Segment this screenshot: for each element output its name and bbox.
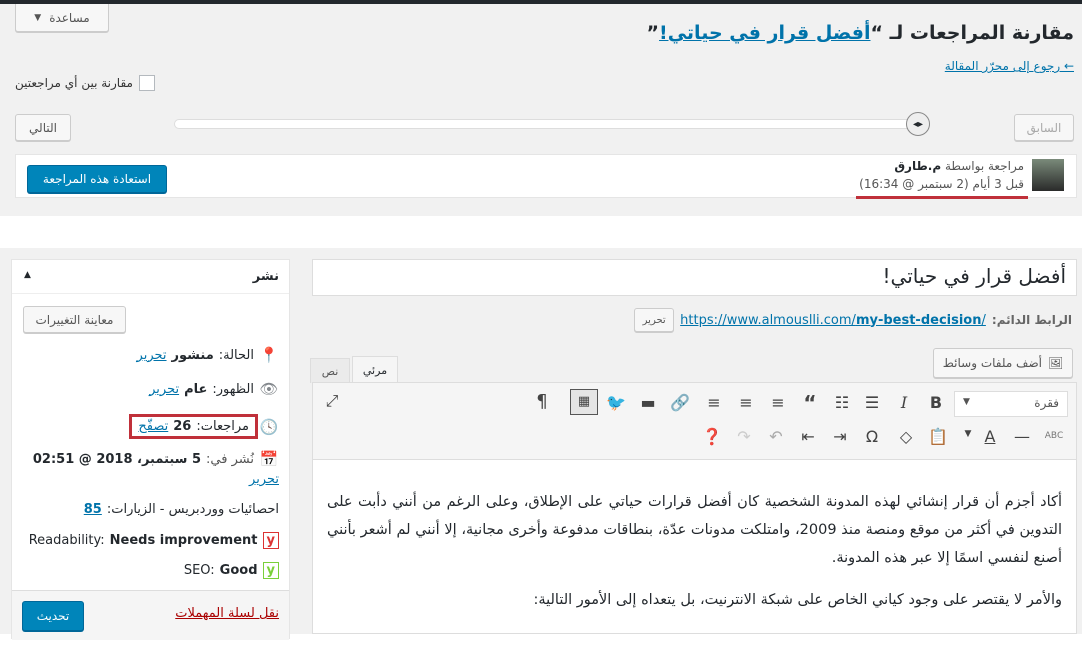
collapse-toggle-icon[interactable]: ▲ [24, 270, 31, 280]
update-button[interactable]: تحديث [22, 601, 84, 631]
horizontal-line-icon[interactable]: — [1011, 427, 1033, 446]
author-name: م.طارق [894, 159, 942, 173]
pin-icon: 📍 [259, 346, 279, 364]
read-more-icon[interactable]: ▬ [637, 393, 659, 412]
previous-button[interactable]: السابق [1014, 114, 1074, 141]
browse-revisions-link[interactable]: تصفّح [138, 419, 168, 434]
align-center-icon[interactable]: ≡ [735, 393, 757, 412]
content-paragraph: أكاد أجزم أن قرار إنشائي لهذه المدونة ال… [327, 494, 1062, 566]
author-avatar [1032, 159, 1064, 191]
revisions-highlight: مراجعات: 26 تصفّح [129, 414, 258, 439]
clear-format-icon[interactable]: ◇ [895, 427, 917, 446]
tab-text[interactable]: نص [310, 358, 350, 383]
media-icon: 🖼 [1048, 356, 1064, 370]
eye-icon: 👁 [259, 380, 279, 398]
slider-handle[interactable]: ◂▸ [906, 112, 930, 136]
revisions-screen: ▼ مساعدة مقارنة المراجعات لـ “أفضل قرار ف… [0, 0, 1082, 216]
special-char-icon[interactable]: Ω [861, 427, 883, 446]
indent-icon[interactable]: ⇥ [829, 427, 851, 446]
admin-bar [0, 0, 1082, 4]
fullscreen-icon[interactable]: ⤢ [321, 391, 343, 411]
paste-text-icon[interactable]: 📋 [927, 427, 949, 446]
compare-any-toggle[interactable]: مقارنة بين أي مراجعتين [15, 75, 155, 91]
twitter-icon[interactable]: 🐦 [605, 393, 627, 412]
ltr-paragraph-icon[interactable]: ¶ [531, 391, 553, 412]
toolbar-toggle-icon[interactable]: ▦ [570, 389, 598, 415]
editor-content[interactable]: أكاد أجزم أن قرار إنشائي لهذه المدونة ال… [312, 460, 1077, 634]
bold-icon[interactable]: B [925, 393, 947, 412]
permalink-link[interactable]: https://www.almouslli.com/my-best-decisi… [680, 313, 986, 328]
revision-meta: مراجعة بواسطة م.طارق قبل 3 أيام (2 سبتمب… [15, 154, 1077, 199]
publish-box-title: نشر [252, 269, 279, 284]
outdent-icon[interactable]: ⇤ [797, 427, 819, 446]
calendar-icon: 📅 [259, 450, 279, 468]
blockquote-icon[interactable]: “ [799, 391, 821, 415]
move-to-trash-link[interactable]: نقل لسلة المهملات [175, 606, 279, 621]
next-button[interactable]: التالي [15, 114, 71, 141]
revision-time: قبل 3 أيام (2 سبتمبر @ 16:34) [859, 177, 1024, 191]
chevron-down-icon: ▼ [34, 12, 42, 23]
post-title-link[interactable]: أفضل قرار في حياتي! [659, 22, 870, 44]
preview-changes-button[interactable]: معاينة التغييرات [23, 306, 126, 333]
edit-visibility-link[interactable]: تحرير [149, 382, 179, 397]
content-paragraph: والأمر لا يقتصر على وجود كياني الخاص على… [533, 592, 1062, 608]
page-title: مقارنة المراجعات لـ “أفضل قرار في حياتي!… [646, 22, 1074, 44]
text-color-icon[interactable]: A [979, 427, 1001, 446]
edit-status-link[interactable]: تحرير [137, 348, 167, 363]
chevron-down-icon: ▼ [963, 397, 970, 407]
publish-box: نشر ▲ معاينة التغييرات 📍 الحالة: منشور تحري… [11, 259, 290, 640]
add-media-button[interactable]: 🖼 أضف ملفات وسائط [933, 348, 1073, 378]
history-icon: 🕓 [259, 417, 279, 436]
tab-visual[interactable]: مرئي [352, 356, 398, 383]
italic-icon[interactable]: I [893, 393, 915, 412]
bullet-list-icon[interactable]: ☰ [861, 393, 883, 412]
post-title-input[interactable]: أفضل قرار في حياتي! [312, 259, 1077, 296]
restore-revision-button[interactable]: استعادة هذه المراجعة [27, 165, 167, 193]
post-editor-screen: نشر ▲ معاينة التغييرات 📍 الحالة: منشور تحري… [0, 248, 1082, 640]
yoast-seo-icon: y [262, 562, 279, 579]
strikethrough-icon[interactable]: ABC [1043, 431, 1065, 441]
link-icon[interactable]: 🔗 [669, 393, 691, 412]
editor-toolbar: فقرة ▼ B I ☰ ☷ “ ≡ ≡ ≡ 🔗 ▬ 🐦 ▦ ¶ ⤢ ABC — … [312, 382, 1077, 460]
align-left-icon[interactable]: ≡ [767, 393, 789, 412]
align-right-icon[interactable]: ≡ [703, 393, 725, 412]
numbered-list-icon[interactable]: ☷ [831, 393, 853, 412]
redo-icon[interactable]: ↷ [733, 427, 755, 446]
back-to-editor-link[interactable]: ← رجوع إلى محرّر المقالة [945, 59, 1074, 73]
help-tab[interactable]: ▼ مساعدة [15, 4, 109, 32]
revision-slider[interactable] [174, 119, 930, 129]
stats-link[interactable]: 85 [84, 502, 102, 517]
undo-icon[interactable]: ↶ [765, 427, 787, 446]
chevron-down-icon[interactable]: ▼ [957, 429, 979, 439]
edit-permalink-button[interactable]: تحرير [634, 308, 675, 332]
edit-date-link[interactable]: تحرير [249, 472, 279, 487]
highlight-underline [856, 196, 1028, 199]
compare-checkbox[interactable] [138, 75, 155, 91]
permalink-row: الرابط الدائم: https://www.almouslli.com… [634, 308, 1072, 332]
help-icon[interactable]: ❓ [701, 427, 723, 446]
yoast-readability-icon: y [262, 532, 279, 549]
format-select[interactable]: فقرة ▼ [954, 391, 1068, 417]
